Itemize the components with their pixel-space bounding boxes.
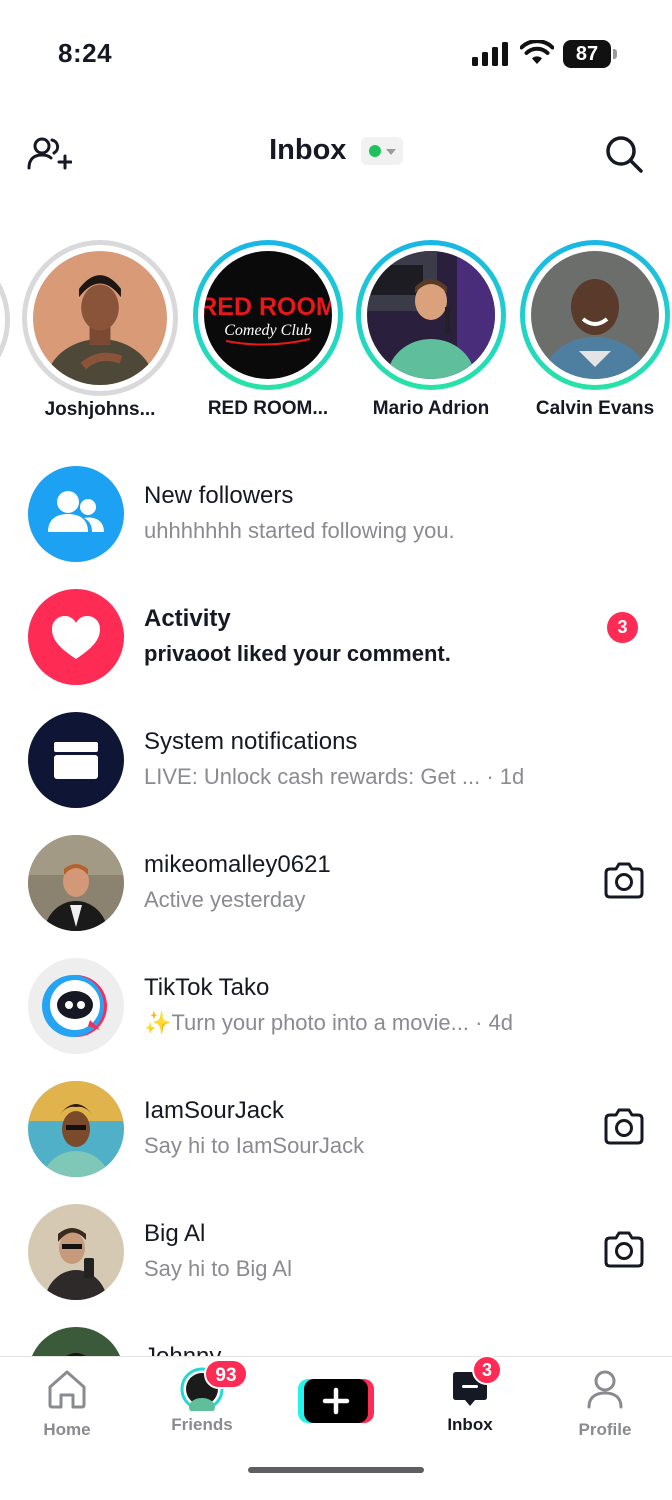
- red-room-logo: RED ROOM Comedy Club: [199, 251, 337, 379]
- friends-avatar-icon: 93: [180, 1359, 248, 1416]
- list-item-activity[interactable]: Activity privaoot liked your comment. 3: [0, 583, 672, 693]
- camera-button[interactable]: [602, 1107, 646, 1147]
- row-subtitle: ✨Turn your photo into a movie... · 4d: [144, 1010, 513, 1035]
- tako-avatar: [28, 958, 124, 1054]
- battery-level: 87: [563, 40, 611, 68]
- inbox-chat-icon: 3: [448, 1355, 502, 1411]
- page-title: Inbox: [269, 134, 347, 166]
- row-subtitle: Say hi to Big Al: [144, 1256, 292, 1281]
- story-ring-partial: [0, 245, 10, 395]
- row-title: System notifications: [144, 728, 358, 755]
- tab-label: Home: [43, 1420, 91, 1439]
- list-item-chat[interactable]: IamSourJack Say hi to IamSourJack: [0, 1075, 672, 1185]
- svg-text:RED ROOM: RED ROOM: [204, 293, 332, 321]
- row-title: IamSourJack: [144, 1097, 285, 1124]
- wifi-icon: [520, 40, 554, 64]
- search-button[interactable]: [604, 134, 644, 174]
- inbox-tray-icon: [28, 712, 124, 808]
- row-title: New followers: [144, 482, 294, 509]
- tab-profile[interactable]: Profile: [555, 1367, 655, 1440]
- story-name: Mario Adrion: [372, 398, 490, 419]
- home-indicator[interactable]: [248, 1467, 424, 1473]
- avatar: [33, 251, 167, 432]
- cellular-signal-icon: [472, 42, 508, 66]
- inbox-header: Inbox: [0, 120, 672, 190]
- tab-inbox[interactable]: 3 Inbox: [420, 1355, 520, 1435]
- status-time: 8:24: [58, 38, 113, 68]
- row-subtitle: uhhhhhhh started following you.: [144, 518, 455, 543]
- followers-icon: [28, 466, 124, 562]
- friends-badge: 93: [204, 1359, 248, 1389]
- story-name: Joshjohns...: [44, 399, 156, 420]
- avatar: [28, 1081, 124, 1177]
- row-time: · 4d: [468, 1010, 513, 1035]
- heart-icon: [28, 589, 124, 685]
- avatar: [28, 1204, 124, 1300]
- avatar: [367, 251, 495, 419]
- row-subtitle: LIVE: Unlock cash rewards: Get ... · 1d: [144, 764, 525, 789]
- home-icon: [48, 1370, 86, 1409]
- create-button[interactable]: [298, 1377, 374, 1423]
- tab-label: Inbox: [447, 1415, 493, 1434]
- stories-row: Joshjohns... RED ROOM Comedy Club RED RO…: [0, 240, 672, 440]
- tab-label: Profile: [578, 1420, 632, 1439]
- svg-text:Comedy Club: Comedy Club: [224, 322, 312, 339]
- camera-button[interactable]: [602, 1230, 646, 1270]
- row-subtitle: Say hi to IamSourJack: [144, 1133, 365, 1158]
- bottom-tab-bar: Home 93 Friends 3 Inbox Profile: [0, 1355, 672, 1500]
- story-name: RED ROOM...: [207, 398, 329, 419]
- list-item-chat[interactable]: mikeomalley0621 Active yesterday: [0, 829, 672, 939]
- list-item-chat[interactable]: TikTok Tako ✨Turn your photo into a movi…: [0, 952, 672, 1062]
- story-item[interactable]: RED ROOM Comedy Club RED ROOM...: [190, 240, 346, 420]
- battery-icon: 87: [563, 40, 617, 68]
- online-status-dot: [368, 144, 381, 157]
- tab-friends[interactable]: 93 Friends: [152, 1359, 252, 1435]
- row-title: Activity: [144, 605, 231, 632]
- story-name: Calvin Evans: [535, 398, 655, 419]
- avatar: [28, 835, 124, 931]
- list-item-new-followers[interactable]: New followers uhhhhhhh started following…: [0, 460, 672, 570]
- tab-label: Friends: [171, 1415, 233, 1434]
- tab-home[interactable]: Home: [17, 1367, 117, 1440]
- row-subtitle: privaoot liked your comment.: [144, 641, 451, 666]
- chevron-down-icon: [385, 148, 396, 155]
- status-bar: 8:24 87: [0, 0, 672, 100]
- profile-icon: [587, 1370, 623, 1409]
- row-title: mikeomalley0621: [144, 851, 331, 878]
- avatar: [531, 251, 659, 429]
- story-item[interactable]: Joshjohns...: [22, 240, 178, 432]
- row-subtitle: Active yesterday: [144, 887, 306, 912]
- story-item[interactable]: Mario Adrion: [353, 240, 509, 420]
- unread-badge: 3: [607, 612, 638, 643]
- row-time: · 1d: [480, 764, 525, 789]
- list-item-system-notifications[interactable]: System notifications LIVE: Unlock cash r…: [0, 706, 672, 816]
- row-title: Big Al: [144, 1220, 206, 1247]
- row-title: TikTok Tako: [144, 974, 270, 1001]
- online-status-toggle[interactable]: [360, 136, 403, 165]
- list-item-chat[interactable]: Big Al Say hi to Big Al: [0, 1198, 672, 1308]
- story-item[interactable]: Calvin Evans: [517, 240, 672, 429]
- camera-button[interactable]: [602, 861, 646, 901]
- inbox-badge: 3: [472, 1355, 502, 1385]
